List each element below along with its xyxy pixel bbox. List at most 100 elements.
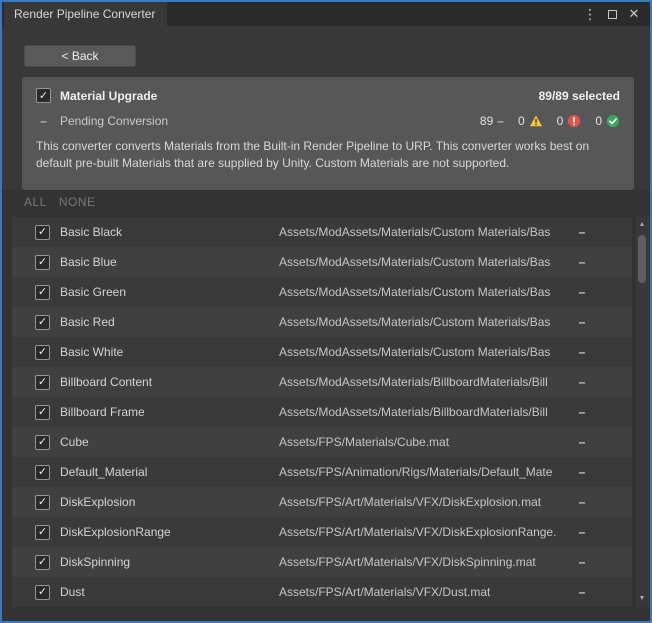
scrollbar-thumb[interactable] bbox=[638, 235, 646, 283]
converter-checkbox[interactable] bbox=[36, 88, 51, 103]
item-checkbox[interactable] bbox=[35, 525, 50, 540]
item-label: DiskExplosion bbox=[60, 495, 135, 509]
status-counts: 89 – 0 0 0 bbox=[470, 114, 620, 128]
error-icon bbox=[567, 114, 581, 128]
table-row[interactable]: Basic Black Assets/ModAssets/Materials/C… bbox=[12, 217, 632, 247]
item-status-icon: – bbox=[572, 495, 592, 509]
vertical-scrollbar[interactable]: ▲ ▼ bbox=[634, 217, 649, 607]
item-status-icon: – bbox=[572, 525, 592, 539]
item-path: Assets/ModAssets/Materials/BillboardMate… bbox=[279, 375, 569, 389]
table-row[interactable]: Dust Assets/FPS/Art/Materials/VFX/Dust.m… bbox=[12, 577, 632, 607]
table-row[interactable]: Basic Blue Assets/ModAssets/Materials/Cu… bbox=[12, 247, 632, 277]
item-label: Dust bbox=[60, 585, 85, 599]
item-status-icon: – bbox=[572, 375, 592, 389]
maximize-box-glyph bbox=[608, 10, 617, 19]
item-checkbox[interactable] bbox=[35, 555, 50, 570]
item-path: Assets/ModAssets/Materials/BillboardMate… bbox=[279, 405, 569, 419]
item-label: Basic White bbox=[60, 345, 123, 359]
item-checkbox[interactable] bbox=[35, 285, 50, 300]
item-status-icon: – bbox=[572, 555, 592, 569]
item-checkbox[interactable] bbox=[35, 435, 50, 450]
table-row[interactable]: Basic Red Assets/ModAssets/Materials/Cus… bbox=[12, 307, 632, 337]
item-path: Assets/ModAssets/Materials/Custom Materi… bbox=[279, 255, 569, 269]
item-path: Assets/ModAssets/Materials/Custom Materi… bbox=[279, 285, 569, 299]
pending-label: Pending Conversion bbox=[60, 114, 168, 128]
item-label: Cube bbox=[60, 435, 89, 449]
converter-header: Material Upgrade 89/89 selected bbox=[36, 88, 620, 103]
table-row[interactable]: Cube Assets/FPS/Materials/Cube.mat – bbox=[12, 427, 632, 457]
selected-summary: 89/89 selected bbox=[539, 89, 620, 103]
item-path: Assets/ModAssets/Materials/Custom Materi… bbox=[279, 225, 569, 239]
item-checkbox[interactable] bbox=[35, 375, 50, 390]
item-path: Assets/FPS/Art/Materials/VFX/DiskExplosi… bbox=[279, 525, 569, 539]
item-label: Default_Material bbox=[60, 465, 147, 479]
tab-render-pipeline-converter[interactable]: Render Pipeline Converter bbox=[4, 2, 167, 26]
item-label: Basic Black bbox=[60, 225, 122, 239]
item-path: Assets/FPS/Materials/Cube.mat bbox=[279, 435, 569, 449]
item-label: Billboard Content bbox=[60, 375, 152, 389]
item-status-icon: – bbox=[572, 255, 592, 269]
item-checkbox[interactable] bbox=[35, 585, 50, 600]
table-row[interactable]: Default_Material Assets/FPS/Animation/Ri… bbox=[12, 457, 632, 487]
materials-list-section: ALL NONE Basic Black Assets/ModAssets/Ma… bbox=[2, 190, 650, 621]
pending-conversion-row: – Pending Conversion 89 – 0 0 0 bbox=[36, 114, 620, 128]
success-icon bbox=[606, 114, 620, 128]
tab-title: Render Pipeline Converter bbox=[14, 7, 155, 21]
item-path: Assets/FPS/Art/Materials/VFX/Dust.mat bbox=[279, 585, 569, 599]
list-select-controls: ALL NONE bbox=[24, 195, 96, 209]
window-menu-icon[interactable]: ⋮ bbox=[582, 6, 598, 22]
converter-description: This converter converts Materials from t… bbox=[36, 138, 620, 172]
pending-count-dash-icon: – bbox=[497, 114, 504, 128]
item-path: Assets/FPS/Art/Materials/VFX/DiskSpinnin… bbox=[279, 555, 569, 569]
item-status-icon: – bbox=[572, 435, 592, 449]
select-none-button[interactable]: NONE bbox=[59, 195, 96, 209]
item-status-icon: – bbox=[572, 225, 592, 239]
title-bar: Render Pipeline Converter ⋮ ✕ bbox=[2, 2, 650, 26]
item-label: DiskSpinning bbox=[60, 555, 130, 569]
item-checkbox[interactable] bbox=[35, 465, 50, 480]
item-path: Assets/FPS/Animation/Rigs/Materials/Defa… bbox=[279, 465, 569, 479]
item-checkbox[interactable] bbox=[35, 255, 50, 270]
item-path: Assets/FPS/Art/Materials/VFX/DiskExplosi… bbox=[279, 495, 569, 509]
table-row[interactable]: Basic Green Assets/ModAssets/Materials/C… bbox=[12, 277, 632, 307]
window-controls: ⋮ ✕ bbox=[582, 2, 650, 26]
success-count: 0 bbox=[595, 114, 602, 128]
item-checkbox[interactable] bbox=[35, 225, 50, 240]
item-label: Basic Green bbox=[60, 285, 126, 299]
item-status-icon: – bbox=[572, 285, 592, 299]
warning-count-group: 0 bbox=[518, 114, 543, 128]
item-status-icon: – bbox=[572, 315, 592, 329]
converter-panel: Material Upgrade 89/89 selected – Pendin… bbox=[22, 77, 634, 190]
item-status-icon: – bbox=[572, 345, 592, 359]
item-checkbox[interactable] bbox=[35, 345, 50, 360]
item-label: Billboard Frame bbox=[60, 405, 145, 419]
table-row[interactable]: DiskExplosion Assets/FPS/Art/Materials/V… bbox=[12, 487, 632, 517]
table-row[interactable]: Billboard Content Assets/ModAssets/Mater… bbox=[12, 367, 632, 397]
item-status-icon: – bbox=[572, 405, 592, 419]
table-row[interactable]: DiskSpinning Assets/FPS/Art/Materials/VF… bbox=[12, 547, 632, 577]
table-row[interactable]: DiskExplosionRange Assets/FPS/Art/Materi… bbox=[12, 517, 632, 547]
warning-icon bbox=[529, 114, 543, 128]
pending-count: 89 bbox=[480, 114, 493, 128]
scroll-down-arrow-icon[interactable]: ▼ bbox=[635, 592, 649, 606]
item-checkbox[interactable] bbox=[35, 315, 50, 330]
maximize-icon[interactable] bbox=[604, 6, 620, 22]
warning-count: 0 bbox=[518, 114, 525, 128]
item-label: Basic Blue bbox=[60, 255, 117, 269]
materials-list: Basic Black Assets/ModAssets/Materials/C… bbox=[12, 217, 632, 607]
close-icon[interactable]: ✕ bbox=[626, 6, 642, 22]
converter-title: Material Upgrade bbox=[60, 89, 157, 103]
success-count-group: 0 bbox=[595, 114, 620, 128]
item-checkbox[interactable] bbox=[35, 495, 50, 510]
item-checkbox[interactable] bbox=[35, 405, 50, 420]
pending-count-group: 89 – bbox=[480, 114, 504, 128]
item-path: Assets/ModAssets/Materials/Custom Materi… bbox=[279, 315, 569, 329]
error-count: 0 bbox=[557, 114, 564, 128]
select-all-button[interactable]: ALL bbox=[24, 195, 47, 209]
table-row[interactable]: Billboard Frame Assets/ModAssets/Materia… bbox=[12, 397, 632, 427]
table-row[interactable]: Basic White Assets/ModAssets/Materials/C… bbox=[12, 337, 632, 367]
error-count-group: 0 bbox=[557, 114, 582, 128]
back-button[interactable]: < Back bbox=[24, 45, 136, 67]
item-path: Assets/ModAssets/Materials/Custom Materi… bbox=[279, 345, 569, 359]
scroll-up-arrow-icon[interactable]: ▲ bbox=[635, 218, 649, 232]
